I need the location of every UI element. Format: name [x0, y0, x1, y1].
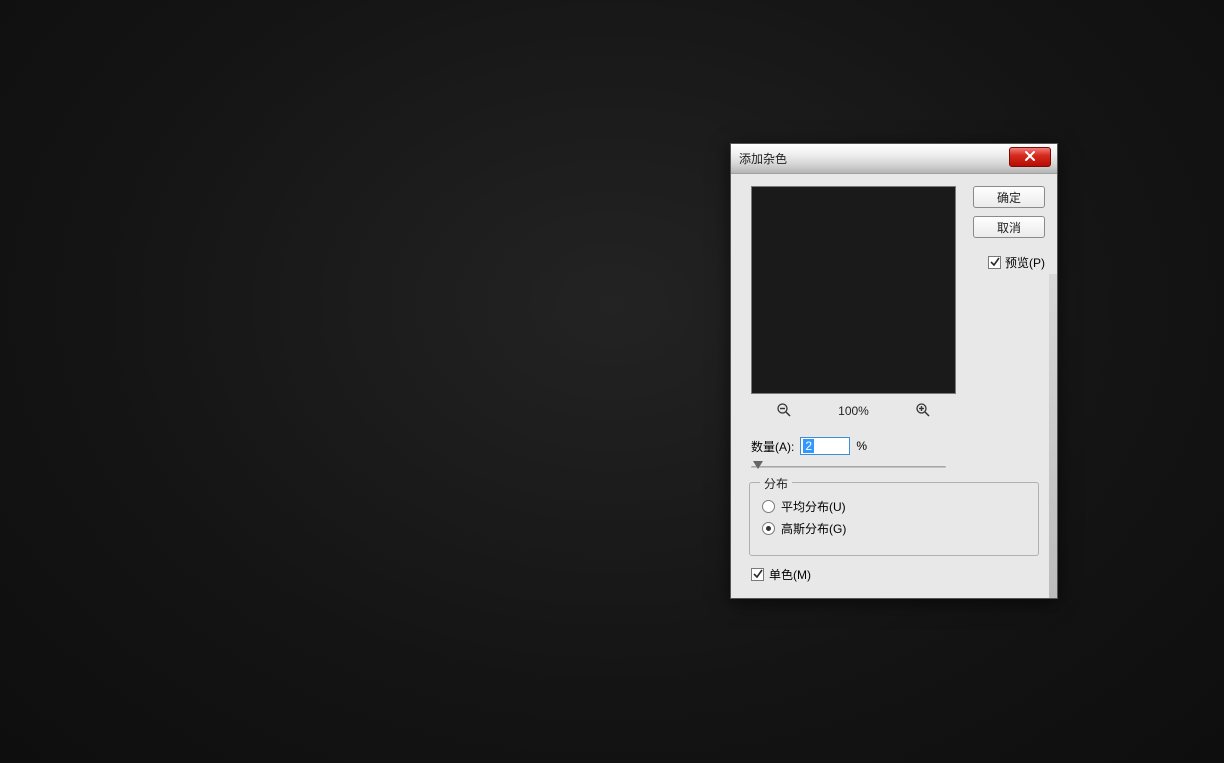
distribution-legend: 分布	[760, 475, 792, 492]
zoom-out-icon	[776, 402, 792, 421]
dialog-body: 100% 确定 取消	[731, 174, 1057, 598]
amount-label: 数量(A):	[751, 438, 794, 455]
preview-checkbox-row: 预览(P)	[988, 254, 1045, 271]
radio-gaussian[interactable]	[762, 522, 775, 535]
monochrome-row: 单色(M)	[751, 566, 811, 583]
dialog-buttons: 确定 取消	[973, 186, 1045, 246]
dialog-title: 添加杂色	[739, 150, 787, 167]
amount-input[interactable]	[800, 437, 850, 455]
checkmark-icon	[753, 568, 763, 582]
amount-row: 数量(A): 2 %	[751, 437, 867, 455]
preview-checkbox[interactable]	[988, 256, 1001, 269]
monochrome-checkbox[interactable]	[751, 568, 764, 581]
checkmark-icon	[990, 256, 1000, 270]
ok-button[interactable]: 确定	[973, 186, 1045, 208]
zoom-in-button[interactable]	[914, 402, 932, 420]
radio-uniform-label: 平均分布(U)	[781, 498, 846, 515]
radio-uniform[interactable]	[762, 500, 775, 513]
preview-image[interactable]	[751, 186, 956, 394]
zoom-controls: 100%	[751, 400, 956, 422]
add-noise-dialog: 添加杂色 100%	[730, 143, 1058, 599]
zoom-level-label: 100%	[838, 404, 869, 418]
zoom-in-icon	[915, 402, 931, 421]
zoom-out-button[interactable]	[775, 402, 793, 420]
close-button[interactable]	[1009, 147, 1051, 167]
dialog-titlebar[interactable]: 添加杂色	[731, 144, 1057, 174]
distribution-option-gaussian[interactable]: 高斯分布(G)	[762, 517, 1038, 539]
radio-gaussian-label: 高斯分布(G)	[781, 520, 846, 537]
slider-track-line	[751, 466, 946, 468]
monochrome-label: 单色(M)	[769, 566, 811, 583]
distribution-group: 分布 平均分布(U) 高斯分布(G)	[749, 482, 1039, 556]
dialog-side-stripe	[1049, 274, 1057, 598]
distribution-option-uniform[interactable]: 平均分布(U)	[762, 495, 1038, 517]
amount-unit: %	[856, 439, 867, 453]
amount-slider[interactable]	[751, 461, 946, 473]
radio-dot-icon	[766, 526, 771, 531]
close-icon	[1024, 150, 1036, 165]
preview-label: 预览(P)	[1005, 254, 1045, 271]
slider-thumb[interactable]	[753, 461, 763, 469]
cancel-button[interactable]: 取消	[973, 216, 1045, 238]
